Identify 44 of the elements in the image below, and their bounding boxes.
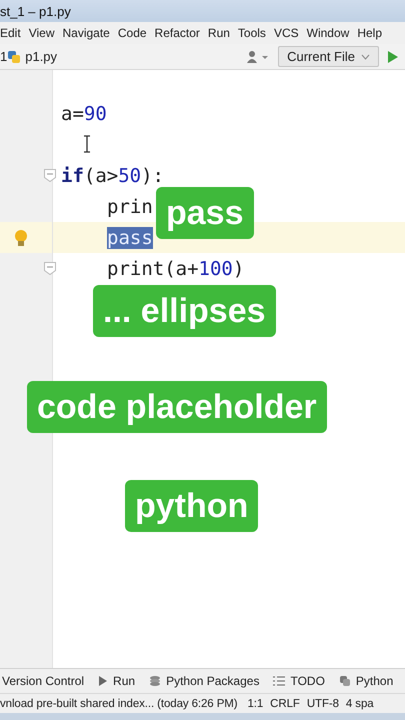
caption-label: ... ellipses bbox=[93, 285, 276, 337]
fold-marker-icon[interactable] bbox=[44, 262, 56, 275]
stack-icon bbox=[149, 675, 162, 687]
code-line: if(a>50): bbox=[61, 164, 164, 186]
status-item[interactable]: 1:1 bbox=[247, 698, 264, 710]
user-icon[interactable] bbox=[246, 50, 270, 64]
menu-item[interactable]: Refactor bbox=[154, 26, 200, 40]
python-file-icon bbox=[7, 50, 22, 64]
menu-item[interactable]: Tools bbox=[238, 26, 266, 40]
status-message: vnload pre-built shared index... (today 6:26 PM) bbox=[0, 698, 238, 710]
tool-window-tab[interactable]: Run bbox=[113, 674, 136, 688]
fold-marker-icon[interactable] bbox=[44, 169, 56, 182]
play-icon bbox=[98, 676, 108, 686]
caption-label: python bbox=[125, 480, 258, 532]
code-line: print(a+100) bbox=[107, 258, 244, 280]
breadcrumb[interactable]: p1.py bbox=[25, 49, 58, 64]
list-icon bbox=[273, 676, 286, 686]
code-line: prin bbox=[107, 196, 153, 218]
caption-label: code placeholder bbox=[27, 381, 327, 433]
tool-window-tab[interactable]: Python bbox=[356, 674, 394, 688]
code-line: a=90 bbox=[61, 102, 107, 124]
menu-item[interactable]: Edit bbox=[0, 26, 21, 40]
tool-window-tab[interactable]: Python Packages bbox=[166, 674, 260, 688]
menu-item[interactable]: Window bbox=[306, 26, 350, 40]
menu-item[interactable]: Help bbox=[357, 26, 382, 40]
python-icon bbox=[338, 675, 351, 687]
tool-window-tab[interactable]: Version Control bbox=[2, 674, 84, 688]
menu-item[interactable]: Navigate bbox=[62, 26, 110, 40]
status-item[interactable]: CRLF bbox=[270, 698, 300, 710]
chevron-down-icon bbox=[361, 54, 370, 60]
menu-item[interactable]: View bbox=[28, 26, 54, 40]
menu-item[interactable]: Code bbox=[118, 26, 147, 40]
status-item[interactable]: UTF-8 bbox=[306, 698, 339, 710]
status-item[interactable]: 4 spa bbox=[346, 698, 374, 710]
text-cursor-icon bbox=[83, 135, 91, 153]
menu-item[interactable]: Run bbox=[208, 26, 230, 40]
run-icon[interactable] bbox=[387, 50, 399, 62]
run-config-dropdown[interactable]: Current File bbox=[278, 46, 379, 67]
menu-item[interactable]: VCS bbox=[274, 26, 299, 40]
tool-window-tab[interactable]: TODO bbox=[290, 674, 325, 688]
caption-label: pass bbox=[156, 187, 254, 239]
lightbulb-icon[interactable] bbox=[14, 229, 28, 247]
window-title: st_1 – p1.py bbox=[0, 4, 71, 18]
breadcrumb[interactable]: 1 bbox=[0, 49, 8, 64]
